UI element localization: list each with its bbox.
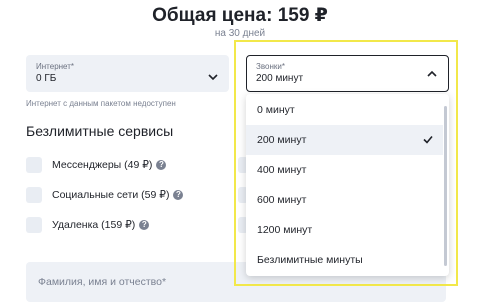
calls-option-label: Безлимитные минуты (257, 254, 363, 266)
dropdown-scrollbar[interactable] (444, 106, 447, 266)
help-icon[interactable]: ? (156, 160, 167, 170)
social-networks-checkbox[interactable] (26, 187, 42, 203)
calls-option-200[interactable]: 200 минут (246, 125, 443, 155)
internet-select-label: Интернет* (36, 62, 75, 71)
internet-select-value: 0 ГБ (36, 73, 57, 84)
remote-work-label: Удаленка (159 ₽) (52, 219, 136, 231)
chevron-up-icon (427, 70, 437, 77)
messengers-checkbox[interactable] (26, 157, 42, 173)
calls-select-label: Звонки* (256, 62, 285, 71)
help-icon[interactable]: ? (139, 220, 150, 230)
calls-option-600[interactable]: 600 минут (246, 185, 443, 215)
calls-option-label: 600 минут (257, 194, 307, 206)
calls-option-label: 0 минут (257, 104, 295, 116)
calls-select-value: 200 минут (256, 73, 304, 84)
help-icon[interactable]: ? (173, 190, 184, 200)
remote-work-checkbox[interactable] (26, 217, 42, 233)
social-networks-option[interactable]: Социальные сети (59 ₽) ? (26, 186, 184, 204)
calls-option-label: 200 минут (257, 134, 307, 146)
internet-select[interactable]: Интернет* 0 ГБ (26, 55, 229, 92)
calls-dropdown-menu: 0 минут 200 минут 400 минут 600 минут 12… (246, 94, 449, 276)
social-networks-label: Социальные сети (59 ₽) (52, 189, 170, 201)
price-period-subtitle: на 30 дней (214, 28, 266, 39)
messengers-option[interactable]: Мессенджеры (49 ₽) ? (26, 156, 167, 174)
internet-unavailable-hint: Интернет с данным пакетом недоступен (26, 99, 176, 108)
calls-option-400[interactable]: 400 минут (246, 155, 443, 185)
unlimited-services-title: Безлимитные сервисы (26, 123, 174, 139)
calls-option-unlimited[interactable]: Безлимитные минуты (246, 245, 443, 275)
calls-select[interactable]: Звонки* 200 минут (246, 55, 449, 92)
calls-option-label: 400 минут (257, 164, 307, 176)
messengers-label: Мессенджеры (49 ₽) (52, 159, 153, 171)
calls-option-1200[interactable]: 1200 минут (246, 215, 443, 245)
total-price-title: Общая цена: 159 ₽ (152, 5, 328, 26)
chevron-down-icon (208, 74, 218, 81)
calls-option-label: 1200 минут (257, 224, 313, 236)
calls-option-0[interactable]: 0 минут (246, 95, 443, 125)
remote-work-option[interactable]: Удаленка (159 ₽) ? (26, 216, 150, 234)
checkmark-icon (423, 135, 433, 144)
